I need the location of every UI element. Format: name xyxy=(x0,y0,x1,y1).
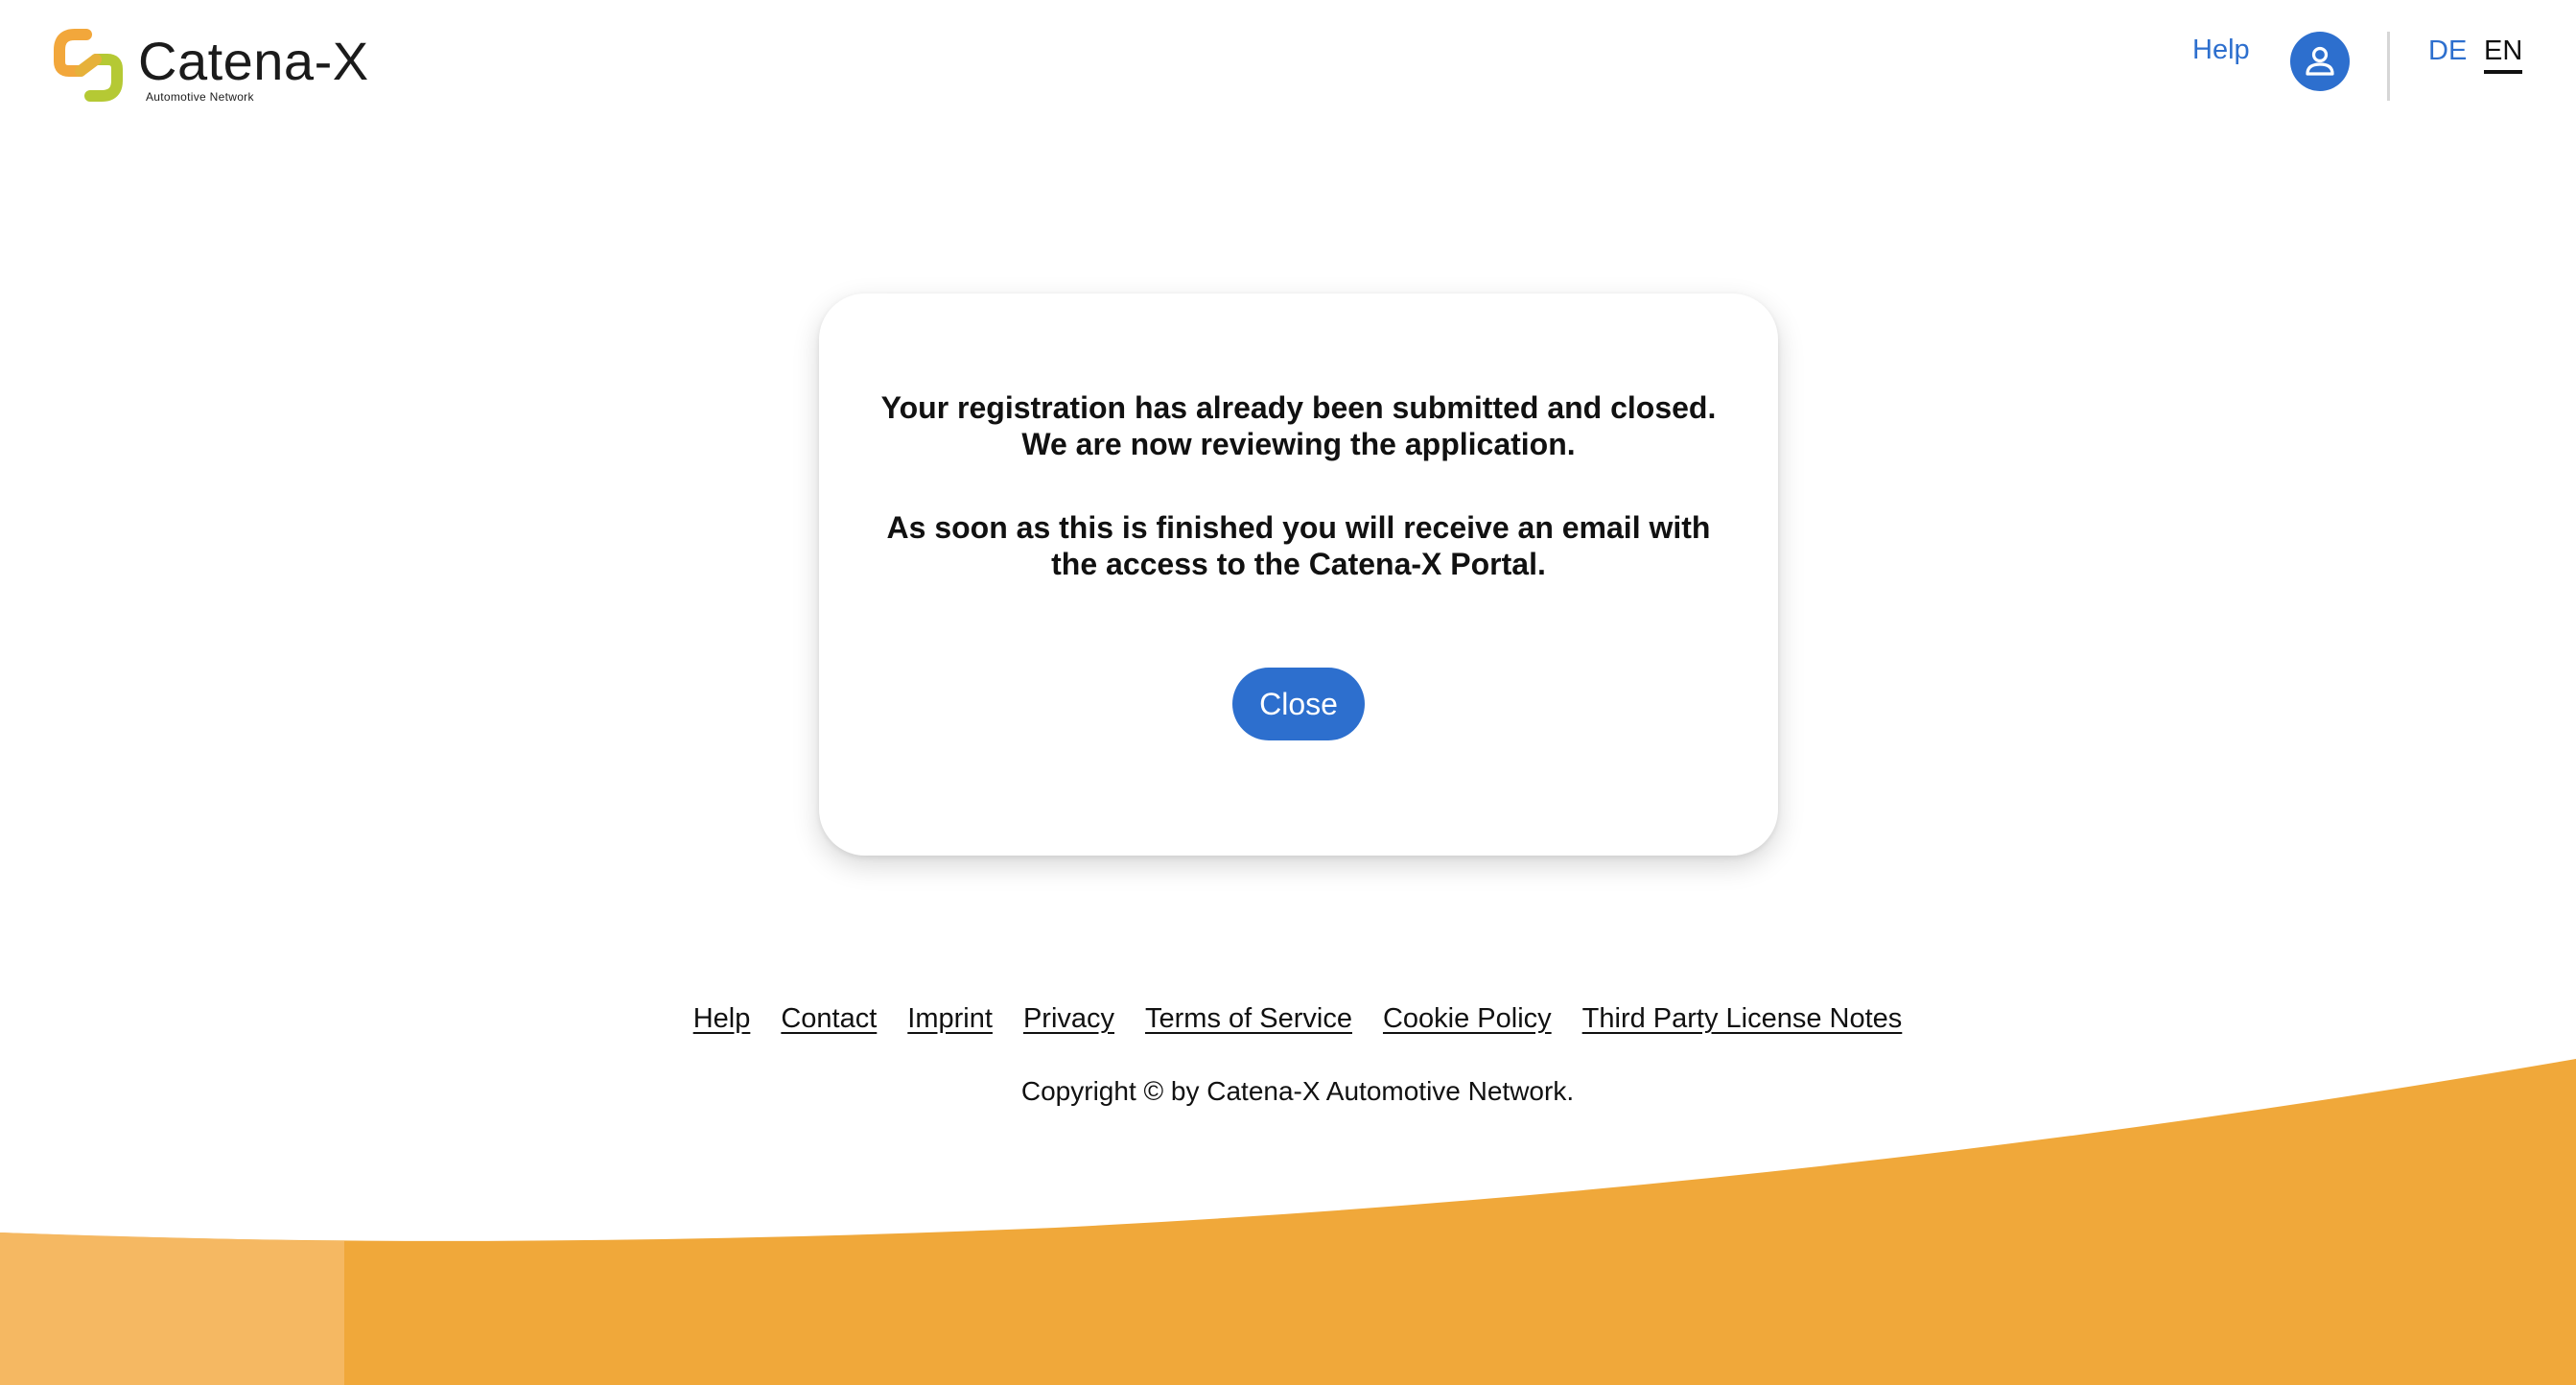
footer-links: Help Contact Imprint Privacy Terms of Se… xyxy=(0,1003,2576,1035)
dialog-message-email: As soon as this is finished you will rec… xyxy=(886,510,1711,581)
footer-link-terms-of-service[interactable]: Terms of Service xyxy=(1145,1003,1352,1035)
registration-page: Catena-X Automotive Network Help DE EN Y… xyxy=(0,0,2576,1385)
language-en-button[interactable]: EN xyxy=(2484,35,2523,74)
footer-link-contact[interactable]: Contact xyxy=(781,1003,877,1035)
footer-link-privacy[interactable]: Privacy xyxy=(1023,1003,1114,1035)
catena-x-logo-icon xyxy=(54,29,123,102)
catena-x-logo[interactable]: Catena-X Automotive Network xyxy=(54,29,368,106)
copyright-text: Copyright © by Catena-X Automotive Netwo… xyxy=(1020,1076,1575,1106)
wave-light-orange-shape xyxy=(0,1232,344,1385)
header-divider xyxy=(2387,32,2390,101)
user-account-button[interactable] xyxy=(2290,32,2350,91)
registration-status-dialog: Your registration has already been submi… xyxy=(819,293,1778,856)
logo-title: Catena-X xyxy=(138,31,369,91)
footer-link-cookie-policy[interactable]: Cookie Policy xyxy=(1383,1003,1552,1035)
footer-link-help[interactable]: Help xyxy=(693,1003,751,1035)
footer-link-imprint[interactable]: Imprint xyxy=(907,1003,993,1035)
header-help-link[interactable]: Help xyxy=(2192,35,2250,66)
close-button[interactable]: Close xyxy=(1232,668,1365,740)
dialog-message-submitted: Your registration has already been submi… xyxy=(880,390,1717,461)
wave-orange-shape xyxy=(0,1059,2576,1385)
footer-link-third-party-license-notes[interactable]: Third Party License Notes xyxy=(1582,1003,1903,1035)
logo-wordmark: Catena-X Automotive Network xyxy=(138,29,368,106)
logo-subtitle: Automotive Network xyxy=(146,90,254,104)
language-de-button[interactable]: DE xyxy=(2428,35,2467,68)
top-header: Catena-X Automotive Network Help DE EN xyxy=(0,0,2576,134)
user-icon xyxy=(2306,46,2334,76)
